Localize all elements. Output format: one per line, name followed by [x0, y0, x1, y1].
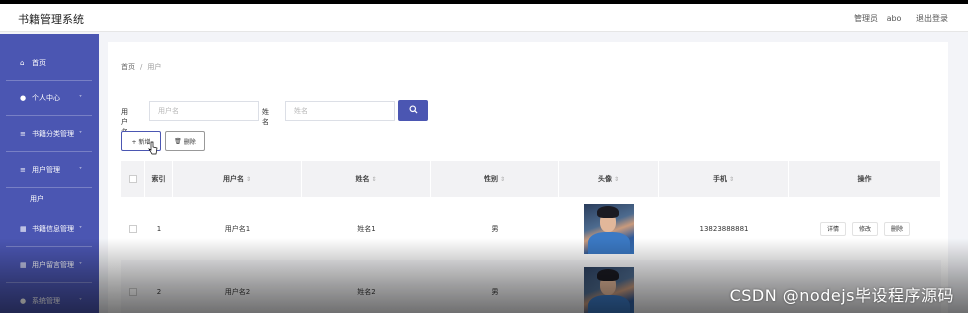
table-header: 索引 用户名 ⇕ 姓名 ⇕ 性别 ⇕ 头像 ⇕ 手机 ⇕ 操作 [121, 161, 941, 197]
top-bar: 书籍管理系统 管理员 abo 退出登录 [0, 4, 968, 32]
delete-button[interactable]: 删除 [884, 221, 911, 236]
detail-label: 详情 [826, 226, 839, 233]
chevron-down-icon: ˅ [79, 261, 82, 269]
col-name[interactable]: 姓名 ⇕ [302, 161, 431, 197]
chevron-down-icon: ˅ [79, 225, 82, 233]
sort-icon: ⇕ [371, 175, 377, 183]
list-icon: ≡ [20, 130, 26, 138]
cell-avatar [559, 197, 659, 260]
table-row: 1 用户名1 姓名1 男 13823888881 详情 修改 删除 [121, 197, 941, 260]
sort-icon: ⇕ [613, 175, 620, 183]
col-username[interactable]: 用户名 ⇕ [173, 161, 302, 197]
cell-gender: 男 [491, 224, 499, 233]
row-checkbox[interactable] [129, 224, 137, 233]
chevron-down-icon: ˅ [79, 94, 82, 102]
edit-button[interactable]: 修改 [851, 221, 878, 236]
delete-label: 删除 [891, 226, 904, 233]
sidebar-item-messages[interactable]: ▦ 用户留言管理 ˅ [6, 248, 92, 283]
sidebar-item-label: 系统管理 [32, 297, 60, 305]
sidebar-item-home[interactable]: ⌂ 首页 [6, 46, 92, 81]
username-search-input[interactable] [149, 101, 259, 121]
sidebar-item-label: 首页 [32, 59, 46, 67]
row-select-cell [121, 260, 145, 313]
sidebar-item-system[interactable]: ● 系统管理 ˅ [6, 284, 92, 313]
sidebar-item-book-info[interactable]: ▦ 书籍信息管理 ˅ [6, 212, 92, 247]
sidebar-item-book-category[interactable]: ≡ 书籍分类管理 ˅ [6, 117, 92, 152]
grid-icon: ▦ [20, 261, 27, 269]
content-panel: 首页/用户 用户名 姓名 + 新增 🗑删除 索引 用户名⇕ [108, 42, 948, 313]
sidebar: ⌂ 首页 ● 个人中心 ˅ ≡ 书籍分类管理 ˅ ≡ 用户管理 ˅ 用户 ▦ 书… [0, 34, 99, 313]
breadcrumb-separator: / [140, 63, 143, 71]
select-all-checkbox[interactable] [128, 175, 137, 183]
chevron-down-icon: ˅ [79, 166, 82, 174]
col-gender-label: 性别 [483, 175, 498, 183]
cell-ops: 详情 修改 删除 [789, 197, 941, 260]
sidebar-item-label: 用户留言管理 [32, 261, 74, 269]
sidebar-item-label: 用户管理 [32, 166, 60, 174]
avatar [584, 203, 634, 254]
edit-label: 修改 [858, 226, 871, 233]
user-icon: ● [20, 297, 27, 305]
sidebar-item-user-management[interactable]: ≡ 用户管理 ˅ [6, 153, 92, 188]
sidebar-item-label: 个人中心 [32, 94, 60, 102]
col-avatar[interactable]: 头像 ⇕ [559, 161, 659, 197]
col-gender[interactable]: 性别 ⇕ [431, 161, 559, 197]
watermark: CSDN @nodejs毕设程序源码 [729, 286, 954, 305]
breadcrumb-home[interactable]: 首页 [121, 63, 135, 71]
search-icon [408, 105, 418, 114]
row-checkbox[interactable] [129, 287, 137, 296]
sort-icon: ⇕ [499, 175, 506, 183]
trash-icon: 🗑 [174, 137, 182, 145]
cell-name: 姓名1 [357, 224, 376, 233]
add-button[interactable]: + 新增 [121, 131, 161, 151]
home-icon: ⌂ [20, 59, 25, 67]
col-name-label: 姓名 [355, 175, 370, 183]
cell-gender: 男 [491, 287, 499, 296]
select-all-cell [121, 161, 145, 197]
chevron-down-icon: ˅ [79, 297, 82, 305]
name-search-input[interactable] [285, 101, 395, 121]
search-button[interactable] [398, 100, 428, 121]
app-window: 书籍管理系统 管理员 abo 退出登录 ⌂ 首页 ● 个人中心 ˅ ≡ 书籍分类… [0, 4, 968, 313]
list-icon: ≡ [20, 166, 26, 174]
breadcrumb-current: 用户 [147, 63, 162, 71]
row-select-cell [121, 197, 145, 260]
username-label: abo [886, 14, 902, 23]
sidebar-subitem-users[interactable]: 用户 [30, 194, 44, 204]
role-label: 管理员 [854, 14, 879, 23]
logout-link[interactable]: 退出登录 [916, 14, 948, 23]
sort-icon: ⇕ [728, 175, 735, 183]
col-phone-label: 手机 [712, 175, 727, 183]
col-avatar-label: 头像 [597, 175, 612, 183]
sidebar-item-personal-center[interactable]: ● 个人中心 ˅ [6, 81, 92, 116]
sidebar-item-label: 书籍信息管理 [32, 225, 74, 233]
col-index: 索引 [145, 161, 173, 197]
app-title: 书籍管理系统 [18, 13, 84, 26]
breadcrumb: 首页 / 用户 [121, 62, 161, 72]
sidebar-item-label: 书籍分类管理 [32, 130, 74, 138]
user-icon: ● [20, 94, 27, 102]
user-area: 管理员 abo 退出登录 [848, 13, 948, 24]
cell-index: 1 [156, 224, 162, 233]
delete-selected-button[interactable]: 🗑 删除 [165, 131, 205, 151]
col-username-label: 用户名 [222, 175, 244, 183]
delete-label: 删除 [183, 138, 196, 146]
detail-button[interactable]: 详情 [819, 221, 846, 236]
cell-username: 用户名2 [224, 287, 251, 296]
sort-icon: ⇕ [245, 175, 252, 183]
name-search-label: 姓名 [262, 108, 269, 126]
cell-name: 姓名2 [357, 287, 376, 296]
grid-icon: ▦ [20, 225, 27, 233]
chevron-down-icon: ˅ [79, 130, 82, 138]
cell-username: 用户名1 [224, 224, 251, 233]
col-phone[interactable]: 手机 ⇕ [659, 161, 789, 197]
cell-phone: 13823888881 [699, 224, 749, 233]
main-content: 首页/用户 用户名 姓名 + 新增 🗑删除 索引 用户名⇕ [100, 34, 968, 313]
cell-avatar [559, 260, 659, 313]
cell-index: 2 [156, 287, 162, 296]
avatar [584, 266, 634, 313]
col-ops: 操作 [789, 161, 941, 197]
